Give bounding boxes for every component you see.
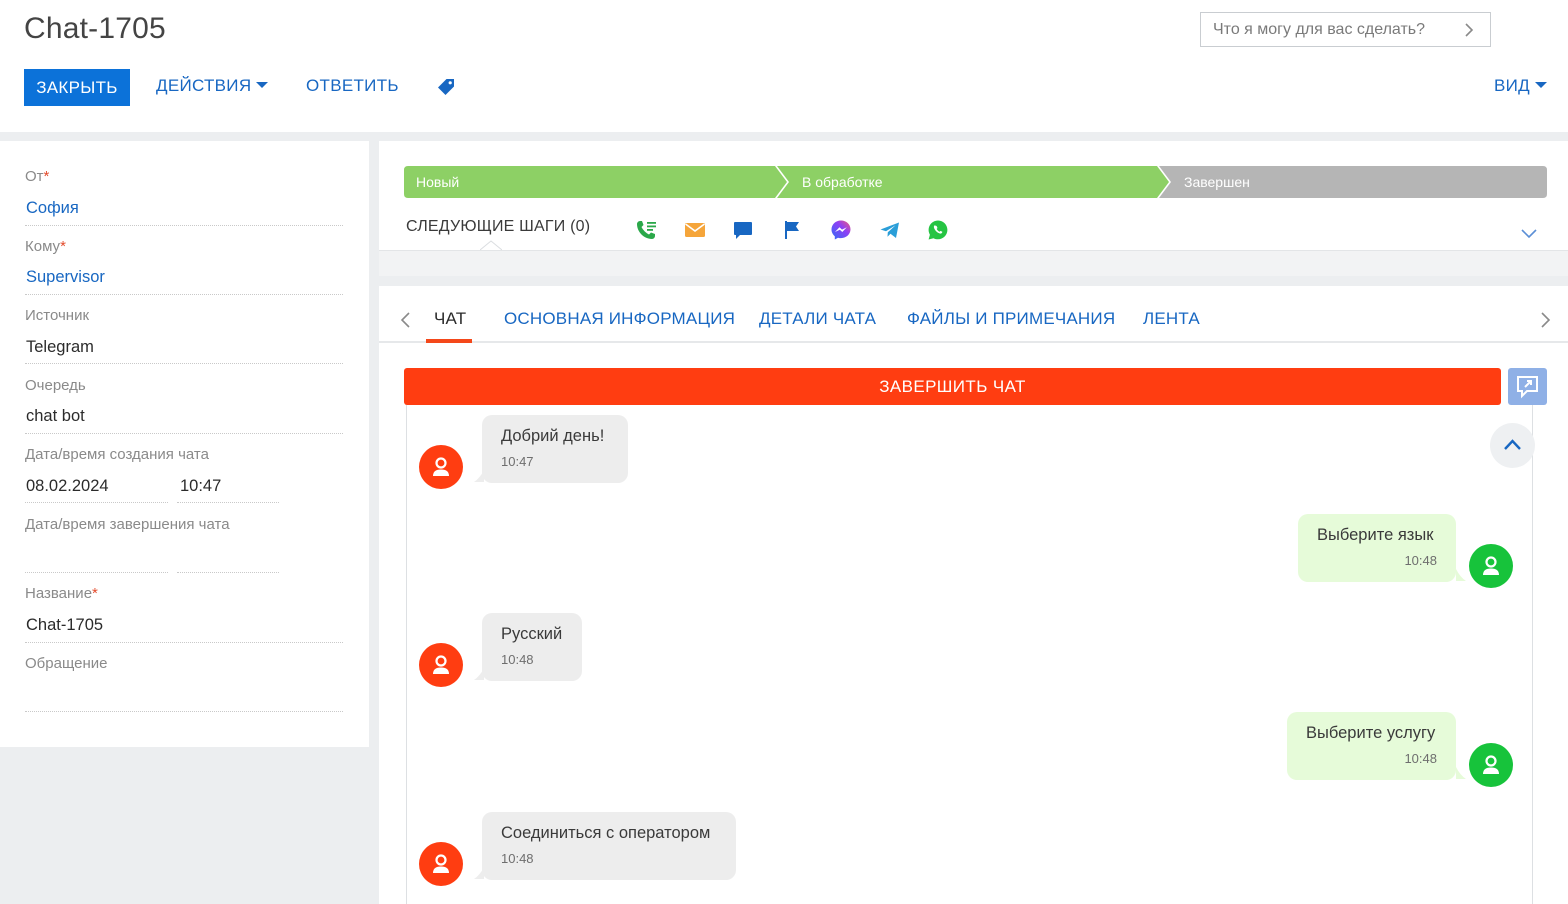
end-chat-button[interactable]: ЗАВЕРШИТЬ ЧАТ: [404, 368, 1501, 405]
avatar: [1469, 544, 1513, 588]
to-field[interactable]: Supervisor: [26, 268, 105, 287]
field-underline: [25, 642, 343, 643]
queue-field[interactable]: chat bot: [26, 407, 85, 426]
caret-down-icon: [256, 82, 269, 89]
message-bubble: Добрий день! 10:47: [482, 415, 628, 483]
avatar: [419, 842, 463, 886]
stage-new[interactable]: [404, 166, 787, 198]
created-time-field[interactable]: 10:47: [180, 477, 221, 496]
tab-main-info[interactable]: ОСНОВНАЯ ИНФОРМАЦИЯ: [504, 309, 735, 329]
user-icon: [1483, 755, 1499, 774]
field-underline: [25, 363, 343, 364]
close-button[interactable]: ЗАКРЫТЬ: [24, 69, 130, 106]
stage-progress-bar: [404, 166, 1547, 198]
user-icon: [433, 655, 449, 674]
telegram-icon[interactable]: [879, 219, 901, 241]
tabs-scroll-left-icon[interactable]: [399, 310, 413, 330]
field-underline: [25, 294, 343, 295]
stage-new-label: Новый: [416, 174, 460, 190]
tab-feed[interactable]: ЛЕНТА: [1143, 309, 1200, 329]
user-icon: [433, 854, 449, 873]
command-input[interactable]: [1201, 13, 1456, 46]
message-text: Соединиться с оператором: [501, 824, 711, 842]
finished-label: Дата/время завершения чата: [25, 516, 230, 533]
message-bubble: Выберите услугу 10:48: [1287, 712, 1456, 780]
popout-icon: [1517, 376, 1538, 399]
created-label: Дата/время создания чата: [25, 446, 209, 463]
field-underline: [25, 502, 168, 503]
actions-button[interactable]: ДЕЙСТВИЯ: [156, 76, 269, 96]
pointer-notch: [480, 240, 502, 251]
stage-completed-label: Завершен: [1184, 174, 1250, 190]
created-date-field[interactable]: 08.02.2024: [26, 477, 109, 496]
avatar: [419, 643, 463, 687]
whatsapp-icon[interactable]: [927, 219, 949, 241]
field-underline: [177, 502, 279, 503]
message-bubble: Соединиться с оператором 10:48: [482, 812, 736, 880]
message-bubble: Выберите язык 10:48: [1298, 514, 1456, 582]
tab-chat-details[interactable]: ДЕТАЛИ ЧАТА: [759, 309, 876, 329]
message-text: Выберите услугу: [1306, 724, 1436, 742]
message-text: Добрий день!: [501, 427, 605, 445]
tab-files-notes[interactable]: ФАЙЛЫ И ПРИМЕЧАНИЯ: [907, 309, 1115, 329]
reply-button[interactable]: ОТВЕТИТЬ: [306, 76, 399, 96]
name-field[interactable]: Chat-1705: [26, 616, 103, 635]
user-icon: [433, 457, 449, 476]
chevron-up-icon: [1504, 439, 1521, 450]
field-underline: [25, 433, 343, 434]
user-icon: [1483, 556, 1499, 575]
source-label: Источник: [25, 307, 90, 324]
tag-icon[interactable]: [437, 78, 455, 96]
tabs-divider: [379, 341, 1568, 343]
chevron-down-icon[interactable]: [1519, 226, 1539, 240]
flag-icon[interactable]: [781, 219, 803, 241]
message-time: 10:47: [501, 454, 534, 469]
name-label: Название*: [25, 585, 98, 602]
from-label: От*: [25, 168, 50, 185]
field-underline: [25, 711, 343, 712]
to-label: Кому*: [25, 238, 66, 255]
chat-icon[interactable]: [732, 219, 754, 241]
tabs-scroll-right-icon[interactable]: [1538, 310, 1552, 330]
field-underline: [25, 572, 168, 573]
caret-down-icon: [1534, 82, 1547, 89]
chevron-right-icon[interactable]: [1462, 22, 1476, 38]
scroll-up-button[interactable]: [1490, 423, 1535, 468]
field-underline: [25, 225, 343, 226]
actions-label: ДЕЙСТВИЯ: [156, 76, 252, 95]
message-time: 10:48: [501, 652, 534, 667]
page-title: Chat-1705: [24, 12, 166, 45]
messenger-icon[interactable]: [830, 219, 852, 241]
view-button[interactable]: ВИД: [1494, 76, 1547, 96]
avatar: [419, 445, 463, 489]
tab-chat[interactable]: ЧАТ: [434, 309, 466, 329]
message-bubble: Русский 10:48: [482, 613, 582, 681]
case-label: Обращение: [25, 655, 108, 672]
bubble-tail: [1456, 767, 1466, 779]
queue-label: Очередь: [25, 377, 86, 394]
message-time: 10:48: [501, 851, 534, 866]
stage-in-progress-label: В обработке: [802, 174, 883, 190]
popout-chat-button[interactable]: [1508, 368, 1547, 405]
call-icon[interactable]: [635, 219, 657, 241]
next-steps-label[interactable]: СЛЕДУЮЩИЕ ШАГИ (0): [406, 218, 590, 236]
source-field[interactable]: Telegram: [26, 338, 94, 357]
view-label: ВИД: [1494, 76, 1530, 95]
avatar: [1469, 743, 1513, 787]
from-field[interactable]: София: [26, 199, 79, 218]
message-time: 10:48: [1404, 553, 1437, 568]
email-icon[interactable]: [684, 219, 706, 241]
active-tab-indicator: [426, 339, 472, 343]
stage-panel-footer: [379, 250, 1568, 276]
message-time: 10:48: [1404, 751, 1437, 766]
message-text: Выберите язык: [1317, 526, 1434, 544]
message-text: Русский: [501, 625, 563, 643]
field-underline: [177, 572, 279, 573]
command-line[interactable]: [1200, 12, 1491, 47]
bubble-tail: [1456, 569, 1466, 581]
